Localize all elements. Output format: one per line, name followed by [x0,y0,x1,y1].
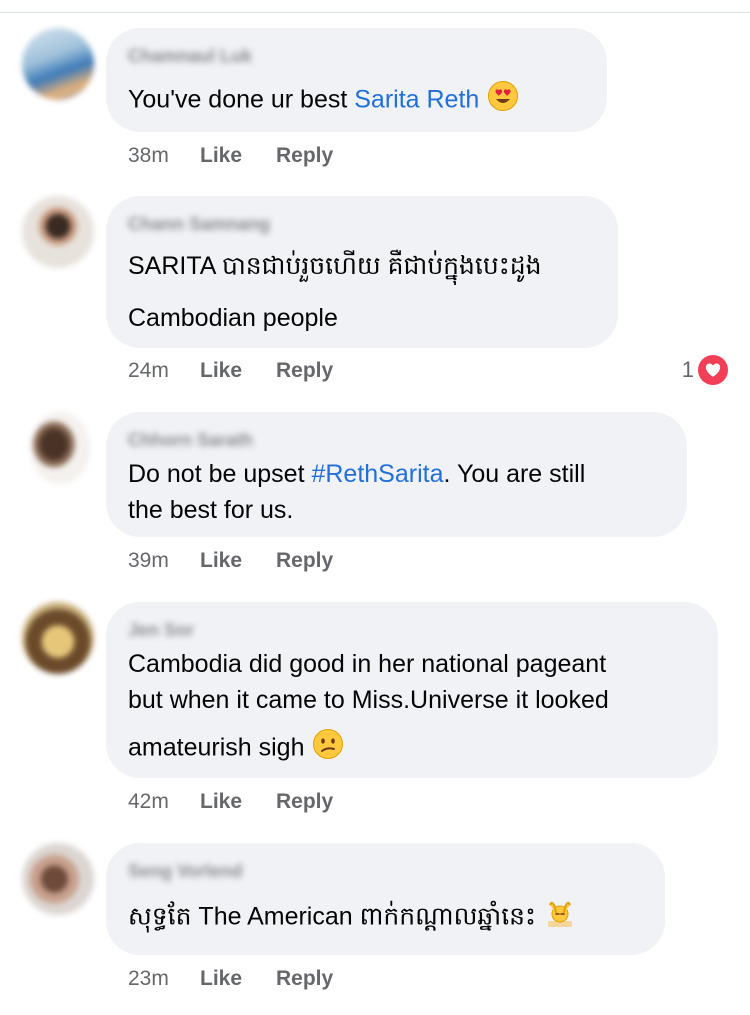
comment-text-segment: សុទ្ធតែ The American ពាក់កណ្ដាលឆ្នាំនេះ [128,902,536,931]
avatar[interactable] [22,28,94,100]
like-button[interactable]: Like [200,144,276,168]
comment-text-line: Cambodia did good in her national pagean… [128,650,607,678]
reaction-summary[interactable]: 1 [682,355,728,385]
comment-timestamp[interactable]: 38m [128,144,200,168]
comment-actions: 38m Like Reply [128,144,333,168]
comment-actions: 24m Like Reply [128,359,333,383]
comment-text-segment: amateurish sigh [128,733,305,762]
comment-actions: 23m Like Reply [128,967,333,991]
heart-eyes-emoji-icon [487,80,519,122]
comment-text: amateurish sigh [128,728,344,770]
comment-author[interactable]: Seng Vorlend [128,861,243,882]
comment-text: You've done ur best Sarita Reth [128,80,519,122]
confused-face-emoji-icon [312,728,344,770]
avatar[interactable] [22,196,94,268]
top-divider [0,12,750,13]
comment-timestamp[interactable]: 39m [128,549,200,573]
comment-text-line: Cambodian people [128,304,338,332]
reply-button[interactable]: Reply [276,359,333,383]
like-button[interactable]: Like [200,790,276,814]
comment-bubble: Chamnaul Luk You've done ur best Sarita … [106,28,607,132]
comment-text-line: but when it came to Miss.Universe it loo… [128,686,609,714]
comment-text-segment: . You are still [443,460,586,488]
comment-text-line: SARITA បានជាប់រួចហើយ គឺជាប់ក្នុងបេះដូង [128,252,542,280]
comment-actions: 42m Like Reply [128,790,333,814]
person-getting-massage-emoji-icon [544,897,576,939]
comment-text: Do not be upset #RethSarita. You are sti… [128,456,585,492]
avatar[interactable] [22,843,94,915]
comment-bubble: Chann Samnang SARITA បានជាប់រួចហើយ គឺជាប… [106,196,618,348]
comment-text-line: You've done ur best [128,85,355,114]
heart-reaction-icon [698,355,728,385]
comment-bubble: Jen Sor Cambodia did good in her nationa… [106,602,718,778]
comment-author[interactable]: Chann Samnang [128,214,270,235]
comment-author[interactable]: Chhorn Sarath [128,430,253,451]
mention-link[interactable]: Sarita Reth [354,86,479,114]
comment-timestamp[interactable]: 42m [128,790,200,814]
reply-button[interactable]: Reply [276,790,333,814]
comment-bubble: Seng Vorlend សុទ្ធតែ The American ពាក់កណ… [106,843,665,955]
comment-bubble: Chhorn Sarath Do not be upset #RethSarit… [106,412,687,537]
like-button[interactable]: Like [200,967,276,991]
like-button[interactable]: Like [200,549,276,573]
comment-author[interactable]: Chamnaul Luk [128,46,252,67]
avatar[interactable] [30,412,90,484]
like-button[interactable]: Like [200,359,276,383]
comment-text: សុទ្ធតែ The American ពាក់កណ្ដាលឆ្នាំនេះ [128,897,576,939]
hashtag-link[interactable]: #RethSarita [311,460,443,488]
comment-timestamp[interactable]: 24m [128,359,200,383]
reaction-count: 1 [681,357,694,382]
comment-author[interactable]: Jen Sor [128,620,194,641]
reply-button[interactable]: Reply [276,967,333,991]
comment-text-line: the best for us. [128,496,294,524]
reply-button[interactable]: Reply [276,144,333,168]
comment-actions: 39m Like Reply [128,549,333,573]
reply-button[interactable]: Reply [276,549,333,573]
avatar[interactable] [22,602,94,674]
comment-text-segment: Do not be upset [128,460,312,488]
comment-timestamp[interactable]: 23m [128,967,200,991]
